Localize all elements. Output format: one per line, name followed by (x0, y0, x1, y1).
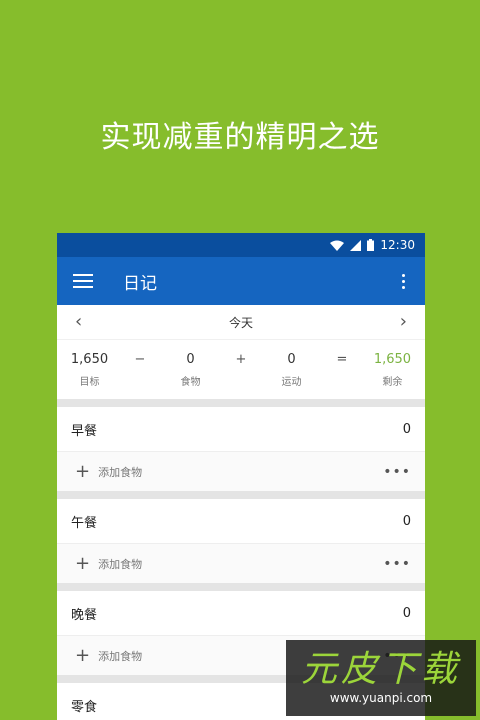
plus-icon: + (75, 644, 91, 666)
tagline: 实现减重的精明之选 (100, 120, 380, 155)
page-title: 日记 (123, 273, 157, 294)
meal-calories: 0 (402, 421, 411, 437)
exercise-label: 运动 (281, 377, 302, 388)
remaining-column[interactable]: 1,650 剩余 (372, 352, 412, 388)
meal-name: 零食 (71, 699, 98, 715)
add-food-button[interactable]: + 添加食物 (75, 644, 143, 666)
more-horizontal-icon[interactable]: ••• (383, 464, 411, 480)
exercise-value: 0 (287, 352, 296, 367)
goal-column[interactable]: 1,650 目标 (70, 352, 110, 388)
plus-sign: + (235, 352, 247, 367)
meal-header[interactable]: 早餐 0 (57, 407, 425, 451)
meal-lunch: 午餐 0 + 添加食物 ••• (57, 499, 425, 583)
signal-icon (350, 239, 362, 251)
wifi-icon (330, 240, 345, 251)
meal-header[interactable]: 午餐 0 (57, 499, 425, 543)
food-label: 食物 (180, 377, 201, 388)
chevron-right-icon[interactable]: › (400, 313, 407, 331)
plus-icon: + (75, 552, 91, 574)
divider (57, 399, 425, 407)
add-food-button[interactable]: + 添加食物 (75, 552, 143, 574)
meal-calories: 0 (402, 513, 411, 529)
goal-value: 1,650 (70, 352, 109, 367)
status-time: 12:30 (380, 238, 415, 252)
status-bar: 12:30 (57, 233, 425, 257)
date-navigator: ‹ 今天 › (57, 305, 425, 339)
exercise-column[interactable]: 0 运动 (271, 352, 311, 388)
more-horizontal-icon[interactable]: ••• (383, 556, 411, 572)
food-value: 0 (186, 352, 195, 367)
calorie-summary: 1,650 目标 − 0 食物 + 0 运动 = 1,650 剩余 (57, 339, 425, 399)
add-food-label: 添加食物 (98, 557, 143, 571)
watermark-url: www.yuanpi.com (329, 690, 433, 705)
food-column[interactable]: 0 食物 (170, 352, 210, 388)
meal-name: 午餐 (71, 515, 98, 531)
add-food-button[interactable]: + 添加食物 (75, 460, 143, 482)
watermark-title: 元皮下载 (300, 649, 461, 691)
remaining-label: 剩余 (382, 377, 403, 388)
battery-icon (367, 239, 375, 251)
watermark-logo: 元皮下载 www.yuanpi.com (286, 640, 476, 716)
add-food-label: 添加食物 (98, 465, 143, 479)
date-label[interactable]: 今天 (229, 314, 253, 331)
add-food-row: + 添加食物 ••• (57, 543, 425, 583)
equals-sign: = (336, 352, 348, 367)
divider (57, 583, 425, 591)
meal-breakfast: 早餐 0 + 添加食物 ••• (57, 407, 425, 491)
meal-name: 晚餐 (71, 607, 98, 623)
hamburger-icon[interactable] (73, 274, 93, 288)
divider (57, 491, 425, 499)
plus-icon: + (75, 460, 91, 482)
remaining-value: 1,650 (373, 352, 412, 367)
add-food-row: + 添加食物 ••• (57, 451, 425, 491)
meal-header[interactable]: 晚餐 0 (57, 591, 425, 635)
chevron-left-icon[interactable]: ‹ (75, 313, 82, 331)
meal-name: 早餐 (71, 423, 98, 439)
goal-label: 目标 (79, 377, 100, 388)
add-food-label: 添加食物 (98, 649, 143, 663)
minus-sign: − (134, 352, 146, 367)
meal-calories: 0 (402, 605, 411, 621)
app-bar: 日记 (57, 257, 425, 305)
overflow-icon[interactable] (393, 273, 413, 289)
